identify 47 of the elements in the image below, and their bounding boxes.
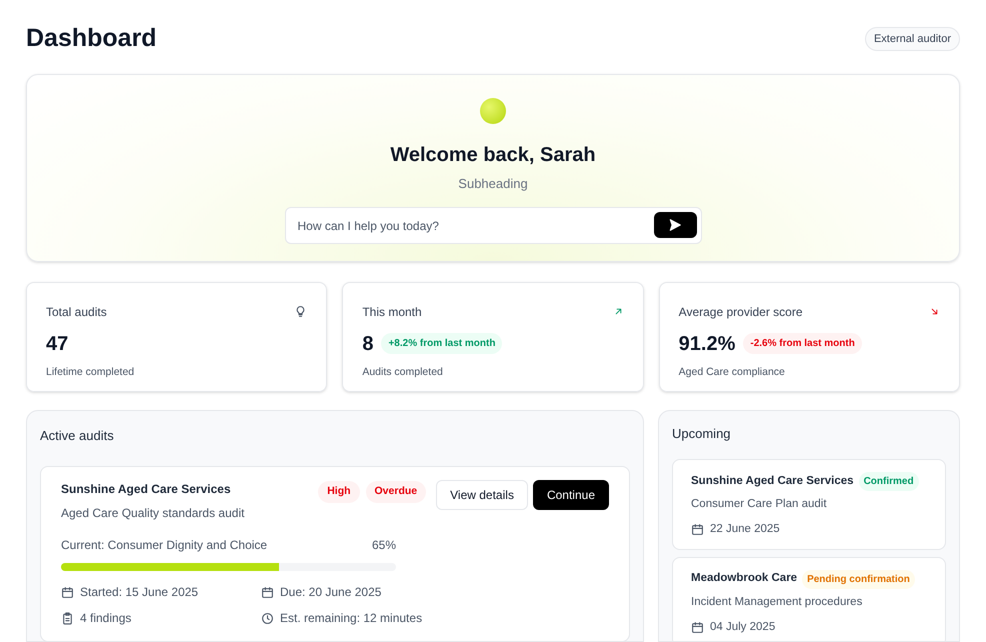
change-badge: -2.6% from last month: [743, 333, 862, 354]
stat-label: This month: [362, 304, 422, 320]
provider-name: Meadowbrook Care: [691, 571, 798, 586]
clipboard-icon: [61, 612, 74, 624]
status-badge: High: [318, 481, 360, 503]
detail-text: 4 findings: [80, 610, 132, 627]
stat-caption: Audits completed: [362, 364, 444, 380]
audit-type: Aged Care Quality standards audit: [61, 505, 246, 522]
send-button[interactable]: [654, 212, 696, 238]
detail-text: Started: 15 June 2025: [80, 584, 198, 601]
stat-value: 8: [362, 332, 374, 356]
current-section: Current: Consumer Dignity and Choice: [61, 536, 268, 554]
change-badge: +8.2% from last month: [381, 333, 502, 354]
clock-icon: [261, 612, 274, 624]
stat-value: 47: [46, 332, 68, 356]
stat-label: Total audits: [46, 304, 107, 320]
audit-type: Incident Management procedures: [691, 594, 864, 610]
orb-icon: [480, 98, 506, 124]
subheading: Subheading: [458, 174, 528, 193]
provider-name: Sunshine Aged Care Services: [691, 474, 854, 489]
calendar-icon: [691, 523, 704, 536]
panel-title: Active audits: [40, 426, 115, 444]
progress-percent: 65%: [372, 537, 396, 554]
continue-button[interactable]: Continue: [532, 480, 609, 510]
status-badge: Confirmed: [858, 472, 919, 491]
welcome-heading: Welcome back, Sarah: [390, 142, 596, 168]
calendar-icon: [261, 586, 274, 598]
stat-value: 91.2%: [678, 332, 736, 356]
page-title: Dashboard: [26, 23, 157, 54]
provider-name: Sunshine Aged Care Services: [61, 481, 232, 498]
audit-date: 22 June 2025: [710, 522, 780, 538]
audit-type: Consumer Care Plan audit: [691, 497, 828, 512]
role-badge: External auditor: [864, 26, 960, 51]
status-badge: Overdue: [366, 481, 426, 503]
send-icon: [668, 218, 682, 232]
prompt-field[interactable]: How can I help you today?: [284, 207, 702, 244]
view-details-button[interactable]: View details: [436, 480, 528, 510]
status-badge: Pending confirmation: [802, 570, 915, 588]
detail-text: Est. remaining: 12 minutes: [280, 610, 422, 627]
stat-label: Average provider score: [678, 304, 802, 320]
panel-title: Upcoming: [672, 424, 732, 443]
stat-caption: Lifetime completed: [46, 364, 136, 380]
audit-date: 04 July 2025: [710, 620, 776, 635]
calendar-icon: [61, 586, 74, 598]
detail-text: Due: 20 June 2025: [280, 584, 382, 601]
stat-caption: Aged Care compliance: [678, 364, 786, 380]
calendar-icon: [691, 620, 704, 634]
